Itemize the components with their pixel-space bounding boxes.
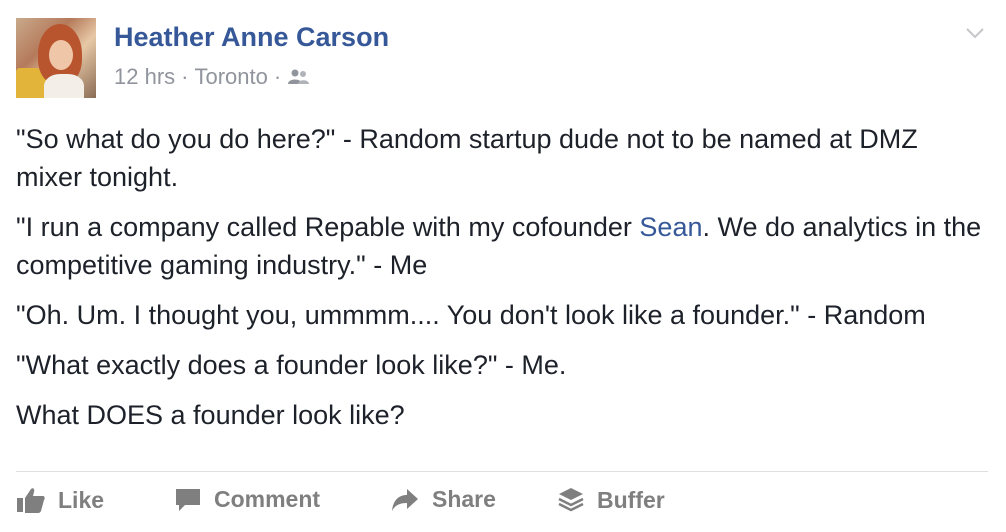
avatar-face bbox=[49, 40, 73, 70]
meta-separator: · bbox=[181, 64, 189, 89]
post-paragraph: "What exactly does a founder look like?"… bbox=[16, 350, 567, 380]
author-avatar[interactable] bbox=[16, 18, 96, 98]
comment-label: Comment bbox=[214, 486, 321, 512]
post-meta: 12 hrs · Toronto · bbox=[114, 64, 311, 90]
post-paragraph: "Oh. Um. I thought you, ummmm.... You do… bbox=[16, 300, 926, 330]
like-label: Like bbox=[58, 486, 105, 513]
like-button[interactable]: Like bbox=[16, 486, 104, 514]
share-label: Share bbox=[432, 486, 496, 512]
comment-button[interactable]: Comment bbox=[174, 486, 320, 513]
action-divider bbox=[16, 471, 988, 472]
comment-icon bbox=[176, 488, 200, 511]
post-paragraph: What DOES a founder look like? bbox=[16, 400, 405, 430]
avatar-body bbox=[44, 74, 84, 98]
post-time[interactable]: 12 hrs bbox=[114, 64, 175, 90]
post-paragraph: "I run a company called Repable with my … bbox=[16, 208, 991, 284]
post-paragraph: "So what do you do here?" - Random start… bbox=[16, 124, 918, 192]
author-name[interactable]: Heather Anne Carson bbox=[114, 22, 389, 53]
post-text: "I run a company called Repable with my … bbox=[16, 212, 640, 242]
friends-icon[interactable] bbox=[287, 68, 311, 86]
post-body: "So what do you do here?" - Random start… bbox=[16, 120, 991, 446]
post-location[interactable]: Toronto bbox=[194, 64, 267, 90]
buffer-button[interactable]: Buffer bbox=[557, 486, 665, 514]
chevron-down-icon[interactable] bbox=[964, 22, 986, 44]
buffer-label: Buffer bbox=[597, 486, 665, 513]
share-icon bbox=[392, 488, 418, 511]
mention-link[interactable]: Sean bbox=[639, 212, 702, 242]
share-button[interactable]: Share bbox=[390, 486, 496, 513]
buffer-icon bbox=[558, 488, 584, 512]
meta-separator: · bbox=[273, 64, 282, 89]
thumbs-up-icon bbox=[17, 488, 45, 513]
